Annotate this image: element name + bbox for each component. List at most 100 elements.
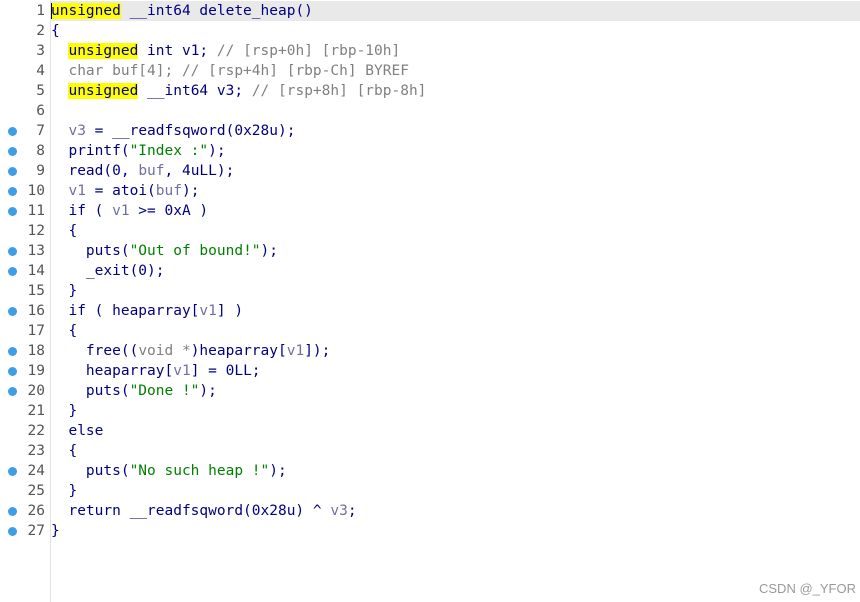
code-line[interactable]: 25 }	[0, 481, 860, 501]
code-text[interactable]: }	[51, 281, 860, 301]
code-line[interactable]: 19 heaparray[v1] = 0LL;	[0, 361, 860, 381]
code-text[interactable]: v3 = __readfsqword(0x28u);	[51, 121, 860, 141]
code-token: unsigned	[68, 83, 139, 99]
code-token: );	[269, 463, 287, 479]
breakpoint-dot-icon[interactable]	[8, 307, 17, 316]
code-token: "Index :"	[129, 143, 209, 159]
line-number: 6	[36, 103, 45, 119]
code-text[interactable]: printf("Index :");	[51, 141, 860, 161]
code-text[interactable]: unsigned int v1; // [rsp+0h] [rbp-10h]	[51, 41, 860, 61]
code-text[interactable]: }	[51, 521, 860, 541]
code-token: free((	[51, 343, 139, 359]
code-text[interactable]: {	[51, 221, 860, 241]
code-line[interactable]: 24 puts("No such heap !");	[0, 461, 860, 481]
code-text[interactable]: char buf[4]; // [rsp+4h] [rbp-Ch] BYREF	[51, 61, 860, 81]
pseudocode-viewer[interactable]: 1 unsigned __int64 delete_heap() 2{3 unsig…	[0, 0, 860, 602]
breakpoint-dot-icon[interactable]	[8, 207, 17, 216]
breakpoint-dot-icon[interactable]	[8, 507, 17, 516]
code-text[interactable]: puts("No such heap !");	[51, 461, 860, 481]
breakpoint-dot-icon[interactable]	[8, 467, 17, 476]
code-token: char buf[4];	[51, 63, 182, 79]
code-token: v3	[330, 503, 348, 519]
code-text[interactable]: unsigned __int64 delete_heap()	[51, 1, 860, 21]
breakpoint-dot-icon[interactable]	[8, 367, 17, 376]
breakpoint-dot-icon[interactable]	[8, 347, 17, 356]
code-token: v1	[286, 343, 305, 359]
breakpoint-dot-icon[interactable]	[8, 187, 17, 196]
code-text[interactable]: return __readfsqword(0x28u) ^ v3;	[51, 501, 860, 521]
code-text[interactable]: free((void *)heaparray[v1]);	[51, 341, 860, 361]
code-text[interactable]: {	[51, 441, 860, 461]
code-line[interactable]: 22 else	[0, 421, 860, 441]
code-text[interactable]: {	[51, 321, 860, 341]
code-line[interactable]: 27}	[0, 521, 860, 541]
code-token: _exit(0);	[51, 263, 165, 279]
code-line[interactable]: 7 v3 = __readfsqword(0x28u);	[0, 121, 860, 141]
breakpoint-dot-icon[interactable]	[8, 147, 17, 156]
code-line[interactable]: 26 return __readfsqword(0x28u) ^ v3;	[0, 501, 860, 521]
code-line[interactable]: 17 {	[0, 321, 860, 341]
code-token: printf(	[51, 143, 130, 159]
line-number: 15	[27, 283, 45, 299]
code-token: )heaparray[	[190, 343, 287, 359]
code-token: {	[51, 23, 60, 39]
breakpoint-dot-icon[interactable]	[8, 267, 17, 276]
code-line[interactable]: 5 unsigned __int64 v3; // [rsp+8h] [rbp-…	[0, 81, 860, 101]
breakpoint-dot-icon[interactable]	[8, 387, 17, 396]
code-text[interactable]: if ( v1 >= 0xA )	[51, 201, 860, 221]
code-line[interactable]: 12 {	[0, 221, 860, 241]
code-text[interactable]: puts("Out of bound!");	[51, 241, 860, 261]
line-number: 26	[27, 503, 45, 519]
breakpoint-dot-icon[interactable]	[8, 247, 17, 256]
line-number: 14	[27, 263, 45, 279]
code-line[interactable]: 8 printf("Index :");	[0, 141, 860, 161]
code-line[interactable]: 10 v1 = atoi(buf);	[0, 181, 860, 201]
code-line[interactable]: 9 read(0, buf, 4uLL);	[0, 161, 860, 181]
code-line[interactable]: 23 {	[0, 441, 860, 461]
code-line[interactable]: 14 _exit(0);	[0, 261, 860, 281]
code-line[interactable]: 6	[0, 101, 860, 121]
code-token: >= 0xA )	[129, 203, 209, 219]
code-text[interactable]	[51, 101, 860, 121]
code-token: unsigned	[68, 43, 139, 59]
code-text[interactable]: }	[51, 401, 860, 421]
code-line[interactable]: 4 char buf[4]; // [rsp+4h] [rbp-Ch] BYRE…	[0, 61, 860, 81]
line-number: 4	[36, 63, 45, 79]
code-token: v1	[199, 303, 217, 319]
code-token: = atoi(	[85, 183, 156, 199]
code-line[interactable]: 13 puts("Out of bound!");	[0, 241, 860, 261]
code-line[interactable]: 2{	[0, 21, 860, 41]
code-line[interactable]: 16 if ( heaparray[v1] )	[0, 301, 860, 321]
breakpoint-dot-icon[interactable]	[8, 167, 17, 176]
code-line[interactable]: 11 if ( v1 >= 0xA )	[0, 201, 860, 221]
line-number: 10	[27, 183, 45, 199]
code-line[interactable]: 20 puts("Done !");	[0, 381, 860, 401]
line-number: 7	[36, 123, 45, 139]
code-text[interactable]: if ( heaparray[v1] )	[51, 301, 860, 321]
code-token: }	[51, 523, 60, 539]
code-line[interactable]: 15 }	[0, 281, 860, 301]
line-number: 22	[27, 423, 45, 439]
code-text[interactable]: v1 = atoi(buf);	[51, 181, 860, 201]
code-token: }	[51, 483, 78, 499]
code-token: v1	[112, 203, 130, 219]
code-text[interactable]: _exit(0);	[51, 261, 860, 281]
code-token: return __readfsqword(0x28u) ^	[51, 503, 331, 519]
code-text[interactable]: {	[51, 21, 860, 41]
code-text[interactable]: heaparray[v1] = 0LL;	[51, 361, 860, 381]
code-token: = __readfsqword(0x28u);	[85, 123, 296, 139]
breakpoint-dot-icon[interactable]	[8, 127, 17, 136]
code-text[interactable]: read(0, buf, 4uLL);	[51, 161, 860, 181]
code-text[interactable]: }	[51, 481, 860, 501]
code-text[interactable]: unsigned __int64 v3; // [rsp+8h] [rbp-8h…	[51, 81, 860, 101]
code-text[interactable]: puts("Done !");	[51, 381, 860, 401]
code-line[interactable]: 3 unsigned int v1; // [rsp+0h] [rbp-10h]	[0, 41, 860, 61]
line-number: 16	[27, 303, 45, 319]
code-line[interactable]: 18 free((void *)heaparray[v1]);	[0, 341, 860, 361]
breakpoint-dot-icon[interactable]	[8, 527, 17, 536]
code-text[interactable]: else	[51, 421, 860, 441]
code-line[interactable]: 21 }	[0, 401, 860, 421]
code-line[interactable]: 1 unsigned __int64 delete_heap()	[0, 1, 860, 21]
code-token: read(0,	[51, 163, 139, 179]
